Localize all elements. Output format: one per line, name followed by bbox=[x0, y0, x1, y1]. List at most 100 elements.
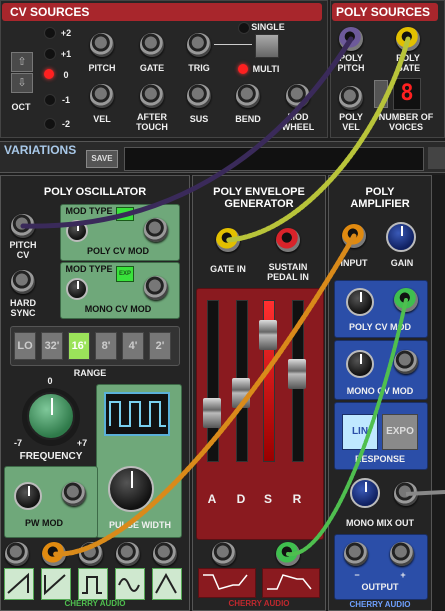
env-sustain-jack[interactable] bbox=[276, 228, 300, 252]
poly-pitch-jack[interactable] bbox=[339, 27, 363, 51]
multi-label: MULTI bbox=[252, 64, 280, 74]
frequency-knob[interactable] bbox=[27, 392, 75, 440]
fader-a-label: A bbox=[207, 492, 217, 506]
osc-mono-cv-mod-label: MONO CV MOD bbox=[84, 304, 152, 314]
ramp-wave-icon bbox=[4, 568, 34, 600]
pulse-width-knob[interactable] bbox=[108, 466, 154, 512]
osc-out-tri-jack[interactable] bbox=[116, 542, 140, 566]
range-2-button[interactable]: 2' bbox=[149, 332, 171, 360]
trig-jack[interactable] bbox=[187, 33, 211, 57]
fader-s-label: S bbox=[263, 492, 272, 506]
fader-r-label: R bbox=[292, 492, 302, 506]
aftertouch-jack[interactable] bbox=[140, 84, 164, 108]
fader-a-knob[interactable] bbox=[203, 397, 221, 428]
amp-poly-cv-mod-knob[interactable] bbox=[346, 288, 374, 316]
amp-gain-knob[interactable] bbox=[386, 222, 416, 252]
oct-value-minus2: -2 bbox=[61, 119, 70, 129]
osc-poly-cv-mod-knob[interactable] bbox=[66, 220, 88, 242]
range-4-button[interactable]: 4' bbox=[122, 332, 144, 360]
fader-d-knob[interactable] bbox=[232, 378, 250, 408]
pulse-wave-icon bbox=[109, 401, 166, 427]
osc-out-saw-jack[interactable] bbox=[42, 542, 66, 566]
variations-scroll[interactable] bbox=[428, 147, 445, 169]
sine-wave-icon bbox=[115, 568, 145, 600]
amp-mono-cv-mod-knob[interactable] bbox=[346, 350, 374, 378]
osc-poly-cv-mod-jack[interactable] bbox=[144, 218, 168, 242]
trig-label: TRIG bbox=[188, 63, 210, 73]
env-sustain-label: SUSTAIN PEDAL IN bbox=[267, 262, 309, 282]
hard-sync-label: HARD SYNC bbox=[10, 298, 36, 318]
oct-led-plus1[interactable] bbox=[44, 48, 56, 60]
env-brand: CHERRY AUDIO bbox=[228, 599, 290, 608]
osc-out-pulse-jack[interactable] bbox=[153, 542, 177, 566]
oct-led-zero[interactable] bbox=[44, 69, 54, 79]
osc-out-sine-jack[interactable] bbox=[5, 542, 29, 566]
pw-mod-jack[interactable] bbox=[62, 482, 86, 506]
range-lo-button[interactable]: LO bbox=[14, 332, 36, 360]
fader-s-knob[interactable] bbox=[259, 319, 277, 350]
poly-vel-jack[interactable] bbox=[339, 86, 363, 110]
vel-jack[interactable] bbox=[90, 84, 114, 108]
osc-mono-cv-mod-knob[interactable] bbox=[66, 278, 88, 300]
amp-poly-cv-mod-jack[interactable] bbox=[394, 288, 418, 312]
oct-value-plus2: +2 bbox=[60, 28, 72, 38]
gate-jack[interactable] bbox=[140, 33, 164, 57]
env-out-inverted-jack[interactable] bbox=[212, 542, 236, 566]
oct-down-button[interactable]: ⇩ bbox=[11, 73, 33, 93]
amp-mono-mix-knob[interactable] bbox=[350, 478, 380, 508]
fader-r-knob[interactable] bbox=[288, 358, 306, 389]
poly-gate-jack[interactable] bbox=[396, 27, 420, 51]
voices-stepper[interactable] bbox=[374, 80, 388, 108]
oct-led-plus2[interactable] bbox=[44, 27, 56, 39]
osc-mod-type-button-1[interactable] bbox=[116, 207, 134, 221]
amp-output-plus-jack[interactable] bbox=[390, 542, 414, 566]
osc-out-square-jack[interactable] bbox=[79, 542, 103, 566]
pw-mod-knob[interactable] bbox=[14, 482, 42, 510]
amp-mono-mix-label: MONO MIX OUT bbox=[346, 518, 414, 528]
single-led[interactable] bbox=[238, 22, 250, 34]
oct-label: OCT bbox=[11, 102, 31, 112]
pitch-cv-label: PITCH CV bbox=[9, 240, 37, 260]
freq-min-label: -7 bbox=[13, 438, 22, 448]
multi-led[interactable] bbox=[238, 64, 248, 74]
modwheel-label: MOD WHEEL bbox=[281, 112, 315, 132]
osc-mod-type-label-1: MOD TYPE bbox=[65, 206, 113, 216]
oct-led-minus1[interactable] bbox=[44, 94, 56, 106]
waveform-display bbox=[104, 392, 170, 436]
amp-output-minus-jack[interactable] bbox=[344, 542, 368, 566]
range-8-button[interactable]: 8' bbox=[95, 332, 117, 360]
oct-up-button[interactable]: ⇧ bbox=[11, 52, 33, 72]
osc-mono-cv-mod-jack[interactable] bbox=[144, 276, 168, 300]
freq-center-label: 0 bbox=[47, 376, 53, 386]
amp-mono-cv-mod-label: MONO CV MOD bbox=[346, 386, 414, 396]
osc-exp-button[interactable]: EXP bbox=[116, 266, 134, 282]
env-gate-in-jack[interactable] bbox=[216, 228, 240, 252]
amp-mono-cv-mod-jack[interactable] bbox=[394, 350, 418, 374]
oct-led-minus2[interactable] bbox=[44, 118, 56, 130]
variations-save-button[interactable]: SAVE bbox=[86, 150, 118, 168]
oct-value-plus1: +1 bbox=[60, 49, 72, 59]
vel-label: VEL bbox=[93, 114, 111, 124]
bend-jack[interactable] bbox=[236, 84, 260, 108]
range-32-button[interactable]: 32' bbox=[41, 332, 63, 360]
amp-input-jack[interactable] bbox=[342, 224, 366, 248]
pitch-jack[interactable] bbox=[90, 33, 114, 57]
hard-sync-jack[interactable] bbox=[11, 270, 35, 294]
env-out-jack[interactable] bbox=[276, 542, 300, 566]
freq-max-label: +7 bbox=[76, 438, 88, 448]
cv-sources-title: CV SOURCES bbox=[10, 5, 90, 19]
amp-expo-button[interactable]: EXPO bbox=[382, 414, 418, 450]
amp-lin-button[interactable]: LIN bbox=[342, 414, 378, 450]
variations-name-field[interactable] bbox=[124, 147, 424, 171]
modwheel-jack[interactable] bbox=[286, 84, 310, 108]
poly-osc-title: POLY OSCILLATOR bbox=[43, 186, 147, 198]
amp-output-label: OUTPUT bbox=[361, 582, 399, 592]
env-gate-in-label: GATE IN bbox=[210, 264, 246, 274]
sus-jack[interactable] bbox=[187, 84, 211, 108]
amp-mono-mix-jack[interactable] bbox=[394, 482, 418, 506]
amp-poly-cv-mod-label: POLY CV MOD bbox=[348, 322, 411, 332]
range-16-button[interactable]: 16' bbox=[68, 332, 90, 360]
pitch-cv-jack[interactable] bbox=[11, 214, 35, 238]
trig-mode-button[interactable] bbox=[255, 34, 279, 58]
poly-gate-label: POLY GATE bbox=[395, 53, 421, 73]
